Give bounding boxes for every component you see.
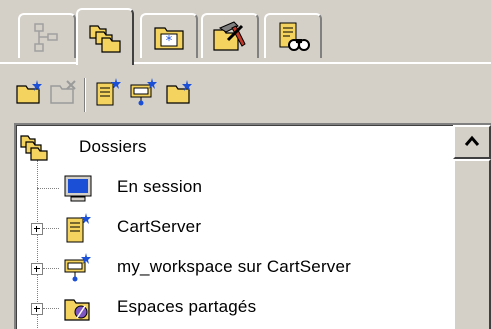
folders-icon: [19, 132, 51, 164]
tab-baseline: [0, 62, 491, 64]
tab-tree[interactable]: [18, 13, 76, 58]
tree-item-label: my_workspace sur CartServer: [117, 257, 352, 276]
server-icon: [61, 212, 93, 244]
tab-strip: *: [0, 0, 491, 65]
new-workspace-button[interactable]: [128, 77, 160, 112]
binoculars-search-icon: [276, 21, 310, 53]
tab-tools[interactable]: [201, 13, 259, 58]
folder-tree-panel: Dossiers En session CartServer my_worksp…: [14, 123, 491, 329]
expand-toggle[interactable]: [31, 303, 43, 315]
tree-item-label: En session: [117, 177, 203, 196]
shared-spaces-icon: [61, 292, 93, 324]
scroll-thumb[interactable]: [453, 159, 491, 329]
expand-toggle[interactable]: [31, 223, 43, 235]
tree-item-root[interactable]: Dossiers: [17, 129, 454, 169]
new-server-icon: [93, 77, 123, 112]
tree-item-espaces-partages[interactable]: Espaces partagés: [17, 289, 454, 329]
scroll-up-button[interactable]: [453, 125, 491, 159]
new-share-folder-icon: [165, 78, 195, 111]
special-folder-icon: *: [153, 22, 185, 52]
new-share-folder-button[interactable]: [164, 78, 196, 110]
tab-search[interactable]: [264, 13, 322, 58]
folders-icon: [88, 22, 122, 54]
tree-item-en-session[interactable]: En session: [17, 169, 454, 209]
tab-folders[interactable]: [76, 8, 134, 65]
new-workspace-icon: [129, 77, 159, 112]
svg-text:*: *: [166, 34, 173, 49]
folder-tree: Dossiers En session CartServer my_worksp…: [16, 125, 453, 329]
tree-structure-icon: [32, 21, 62, 53]
hammer-tools-icon: [212, 20, 248, 54]
tree-item-label: Espaces partagés: [117, 297, 257, 316]
workspace-icon: [61, 252, 93, 284]
monitor-icon: [61, 172, 93, 204]
new-folder-icon: [15, 78, 45, 111]
delete-folder-icon: [49, 78, 79, 111]
new-folder-button[interactable]: [14, 78, 46, 110]
tree-item-my-workspace[interactable]: my_workspace sur CartServer: [17, 249, 454, 289]
tree-item-label: Dossiers: [79, 137, 147, 156]
delete-folder-button[interactable]: [48, 78, 80, 110]
tab-special-folder[interactable]: *: [140, 13, 198, 58]
vertical-scrollbar[interactable]: [453, 125, 491, 329]
new-server-button[interactable]: [92, 77, 124, 112]
toolbar-separator: [84, 78, 86, 112]
chevron-up-icon: [464, 132, 480, 152]
tree-item-cartserver[interactable]: CartServer: [17, 209, 454, 249]
expand-toggle[interactable]: [31, 263, 43, 275]
toolbar: [6, 76, 486, 116]
tree-item-label: CartServer: [117, 217, 202, 236]
